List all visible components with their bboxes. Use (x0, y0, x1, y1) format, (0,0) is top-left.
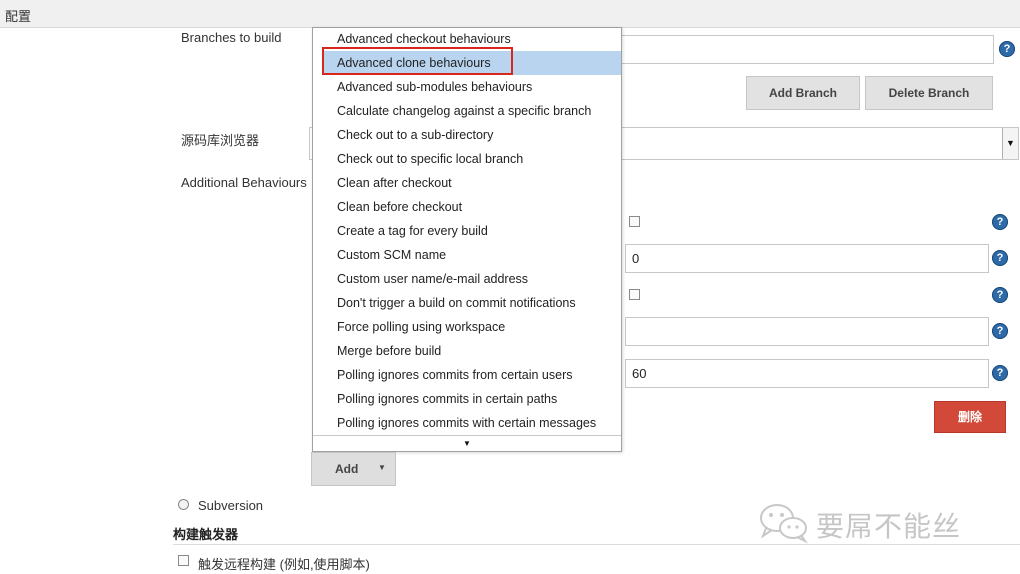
behaviour-field-1[interactable]: 0 (625, 244, 989, 273)
wechat-watermark: 要屌不能丝 (758, 500, 998, 548)
highlight-annotation (322, 47, 513, 75)
help-icon[interactable]: ? (992, 287, 1008, 303)
subversion-radio[interactable] (178, 499, 189, 510)
caret-down-icon: ▼ (378, 463, 386, 472)
help-icon[interactable]: ? (999, 41, 1015, 57)
dropdown-item[interactable]: Advanced sub-modules behaviours (324, 75, 621, 99)
dropdown-item[interactable]: Check out to a sub-directory (324, 123, 621, 147)
page-title: 配置 (5, 9, 32, 24)
add-branch-button[interactable]: Add Branch (746, 76, 860, 110)
build-triggers-title: 构建触发器 (173, 527, 239, 542)
dropdown-item[interactable]: Clean before checkout (324, 195, 621, 219)
scroll-down-icon[interactable]: ▼ (313, 435, 621, 451)
behaviour-field-2[interactable] (625, 317, 989, 346)
additional-behaviours-label: Additional Behaviours (181, 175, 307, 190)
top-bar: 配置 (0, 0, 1020, 28)
add-behaviour-button[interactable]: Add ▼ (311, 452, 396, 486)
branches-to-build-label: Branches to build (181, 30, 282, 45)
dropdown-item[interactable]: Don't trigger a build on commit notifica… (324, 291, 621, 315)
branch-specifier-input[interactable] (610, 35, 994, 64)
dropdown-item[interactable]: Force polling using workspace (324, 315, 621, 339)
delete-branch-button[interactable]: Delete Branch (865, 76, 993, 110)
repo-browser-label: 源码库浏览器 (181, 133, 260, 148)
remote-build-label: 触发远程构建 (例如,使用脚本) (198, 557, 370, 572)
dropdown-item[interactable]: Clean after checkout (324, 171, 621, 195)
watermark-text: 要屌不能丝 (816, 511, 962, 542)
dropdown-item[interactable]: Polling ignores commits from certain use… (324, 363, 621, 387)
dropdown-item[interactable]: Calculate changelog against a specific b… (324, 99, 621, 123)
delete-behaviour-button[interactable]: 删除 (934, 401, 1006, 433)
add-button-label: Add (335, 462, 359, 476)
dropdown-item[interactable]: Polling ignores commits with certain mes… (324, 411, 621, 435)
behaviour-field-3[interactable]: 60 (625, 359, 989, 388)
dropdown-item[interactable]: Merge before build (324, 339, 621, 363)
add-behaviour-dropdown[interactable]: Advanced checkout behaviours Advanced cl… (312, 27, 622, 452)
help-icon[interactable]: ? (992, 250, 1008, 266)
behaviour-checkbox-2[interactable] (629, 289, 640, 300)
dropdown-item[interactable]: Check out to specific local branch (324, 147, 621, 171)
behaviour-checkbox-1[interactable] (629, 216, 640, 227)
dropdown-item[interactable]: Custom user name/e-mail address (324, 267, 621, 291)
help-icon[interactable]: ? (992, 214, 1008, 230)
dropdown-item[interactable]: Polling ignores commits in certain paths (324, 387, 621, 411)
dropdown-item[interactable]: Custom SCM name (324, 243, 621, 267)
help-icon[interactable]: ? (992, 323, 1008, 339)
subversion-label: Subversion (198, 498, 264, 513)
wechat-logo-icon (760, 504, 808, 544)
dropdown-item[interactable]: Create a tag for every build (324, 219, 621, 243)
remote-build-checkbox[interactable] (178, 555, 189, 566)
help-icon[interactable]: ? (992, 365, 1008, 381)
chevron-down-icon[interactable]: ▼ (1002, 128, 1018, 159)
